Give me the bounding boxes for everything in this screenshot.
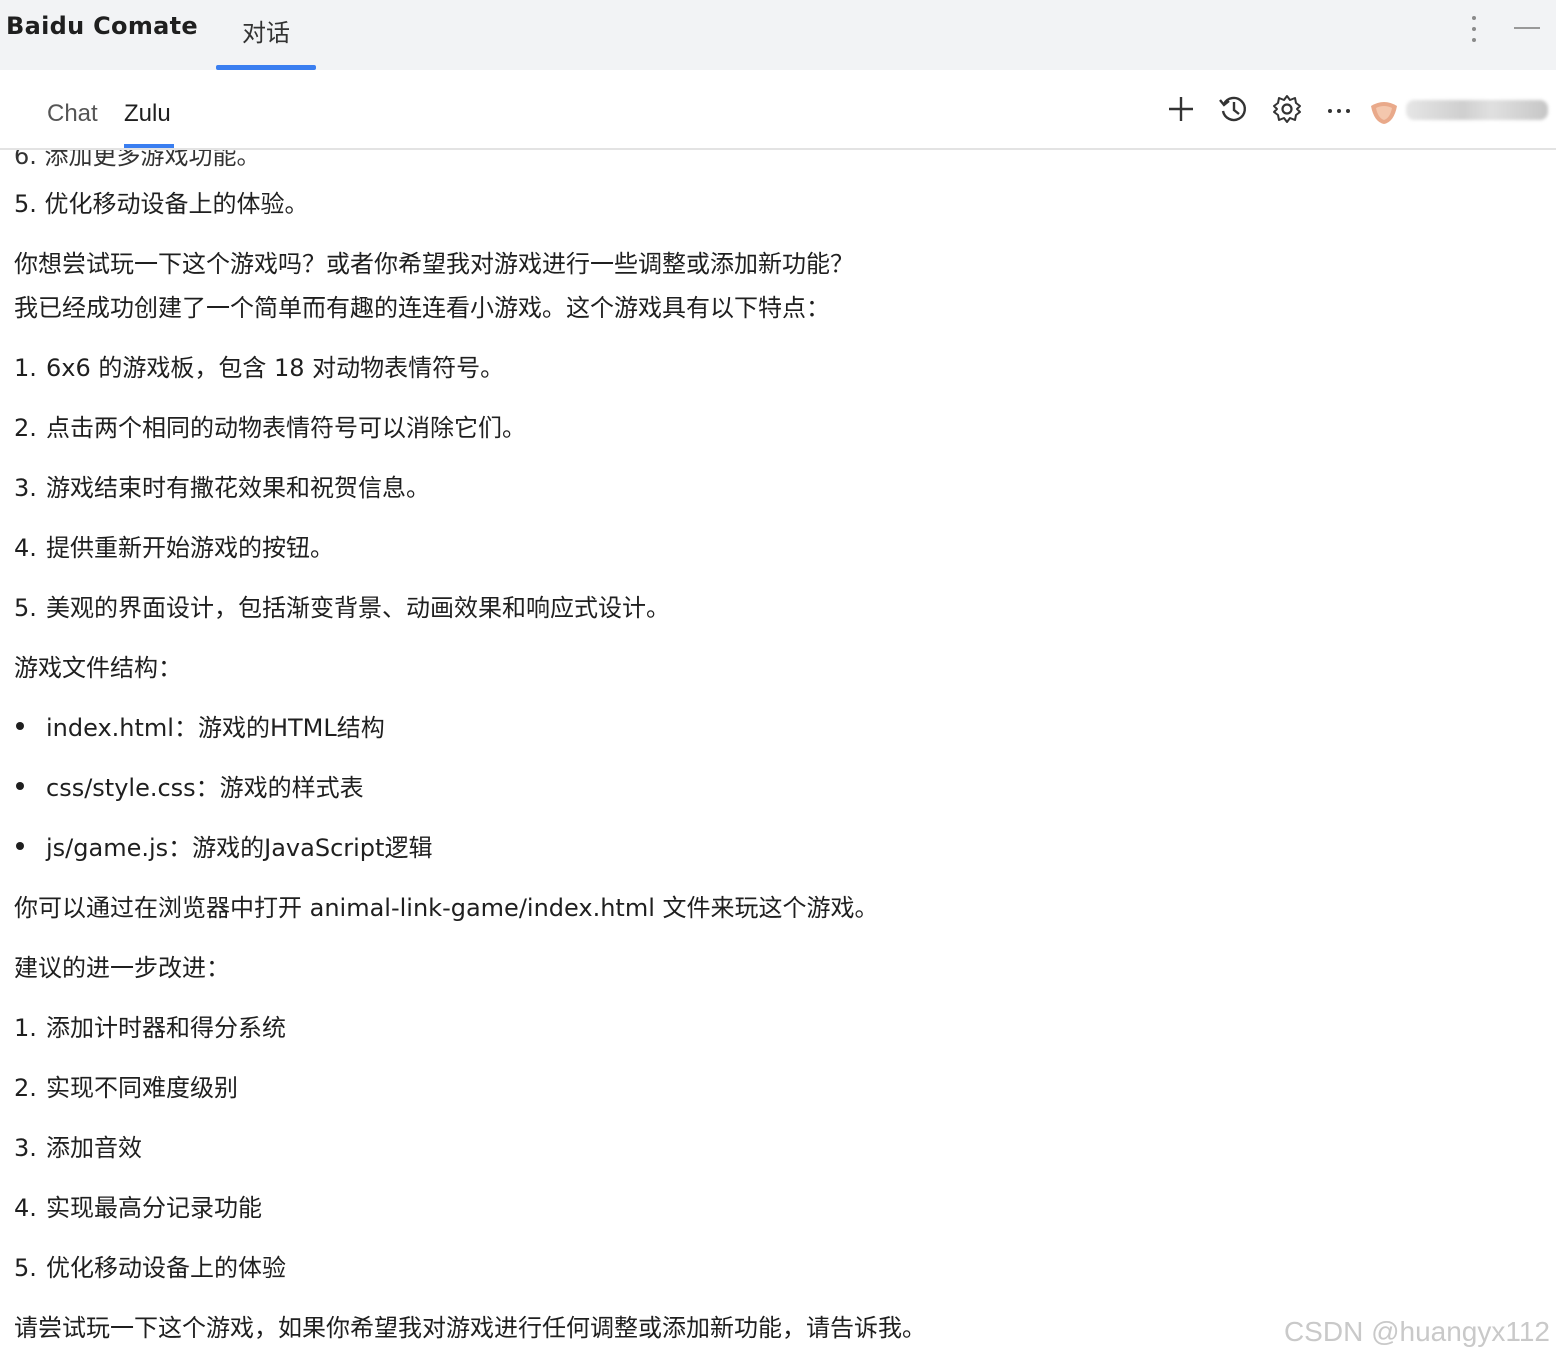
kebab-menu-icon[interactable] xyxy=(1462,12,1486,46)
feature-item: 3. 游戏结束时有撒花效果和祝贺信息。 xyxy=(14,468,430,503)
tab-zulu[interactable]: Zulu xyxy=(124,100,171,128)
files-heading: 游戏文件结构： xyxy=(14,654,182,682)
tab-conversation[interactable]: 对话 xyxy=(216,0,316,70)
feature-number: 4. xyxy=(14,534,37,562)
improvement-number: 2. xyxy=(14,1074,37,1102)
tab-chat[interactable]: Chat xyxy=(47,100,98,128)
bullet-icon xyxy=(16,782,24,790)
feature-text: 提供重新开始游戏的按钮。 xyxy=(46,534,334,562)
improvement-number: 5. xyxy=(14,1254,37,1282)
improvement-number: 1. xyxy=(14,1014,37,1042)
play-hint-text: 你可以通过在浏览器中打开 animal-link-game/index.html… xyxy=(14,894,879,922)
improvement-item: 4. 实现最高分记录功能 xyxy=(14,1188,262,1223)
gear-icon[interactable] xyxy=(1270,92,1304,126)
zulu-tab-indicator xyxy=(124,144,174,148)
feature-item: 1. 6x6 的游戏板，包含 18 对动物表情符号。 xyxy=(14,348,504,383)
file-item: js/game.js：游戏的JavaScript逻辑 xyxy=(46,834,433,862)
watermark: CSDN @huangyx112 xyxy=(1283,1316,1550,1347)
feature-number: 2. xyxy=(14,414,37,442)
improvement-number: 4. xyxy=(14,1194,37,1222)
app-title: Baidu Comate xyxy=(6,12,198,40)
avatar[interactable] xyxy=(1368,96,1400,126)
feature-item: 5. 美观的界面设计，包括渐变背景、动画效果和响应式设计。 xyxy=(14,588,670,623)
feature-item: 4. 提供重新开始游戏的按钮。 xyxy=(14,528,334,563)
username-redacted xyxy=(1406,100,1548,120)
bullet-icon xyxy=(16,842,24,850)
closing-text: 请尝试玩一下这个游戏，如果你希望我对游戏进行任何调整或添加新功能，请告诉我。 xyxy=(14,1314,926,1342)
history-icon[interactable] xyxy=(1217,92,1251,126)
improvement-text: 实现最高分记录功能 xyxy=(46,1194,262,1222)
feature-number: 1. xyxy=(14,354,37,382)
question-text: 你想尝试玩一下这个游戏吗？或者你希望我对游戏进行一些调整或添加新功能？ xyxy=(14,250,854,278)
improvement-number: 3. xyxy=(14,1134,37,1162)
plus-icon[interactable] xyxy=(1164,92,1198,126)
improvement-item: 3. 添加音效 xyxy=(14,1128,142,1163)
clipped-text-line: 6. 添加更多游戏功能。 xyxy=(14,150,261,170)
feature-text: 6x6 的游戏板，包含 18 对动物表情符号。 xyxy=(46,354,505,382)
more-icon[interactable] xyxy=(1322,92,1356,126)
feature-text: 游戏结束时有撒花效果和祝贺信息。 xyxy=(46,474,430,502)
feature-number: 3. xyxy=(14,474,37,502)
improvement-text: 添加计时器和得分系统 xyxy=(46,1014,286,1042)
file-item: css/style.css：游戏的样式表 xyxy=(46,774,364,802)
conversation-content: 6. 添加更多游戏功能。 5. 优化移动设备上的体验。 你想尝试玩一下这个游戏吗… xyxy=(0,150,1556,1360)
minimize-icon[interactable] xyxy=(1512,18,1542,38)
feature-item: 2. 点击两个相同的动物表情符号可以消除它们。 xyxy=(14,408,526,443)
title-bar: Baidu Comate 对话 xyxy=(0,0,1556,70)
improvement-item: 2. 实现不同难度级别 xyxy=(14,1068,238,1103)
improvement-item: 5. 优化移动设备上的体验 xyxy=(14,1248,286,1283)
improvement-item: 1. 添加计时器和得分系统 xyxy=(14,1008,286,1043)
bullet-icon xyxy=(16,722,24,730)
feature-text: 美观的界面设计，包括渐变背景、动画效果和响应式设计。 xyxy=(46,594,670,622)
feature-number: 5. xyxy=(14,594,37,622)
improve-heading: 建议的进一步改进： xyxy=(14,954,230,982)
feature-text: 点击两个相同的动物表情符号可以消除它们。 xyxy=(46,414,526,442)
improvement-text: 优化移动设备上的体验 xyxy=(46,1254,286,1282)
intro-text: 我已经成功创建了一个简单而有趣的连连看小游戏。这个游戏具有以下特点： xyxy=(14,294,830,322)
file-item: index.html：游戏的HTML结构 xyxy=(46,714,385,742)
tab-conversation-label: 对话 xyxy=(242,19,290,47)
improvement-text: 添加音效 xyxy=(46,1134,142,1162)
list-item: 5. 优化移动设备上的体验。 xyxy=(14,190,309,218)
improvement-text: 实现不同难度级别 xyxy=(46,1074,238,1102)
